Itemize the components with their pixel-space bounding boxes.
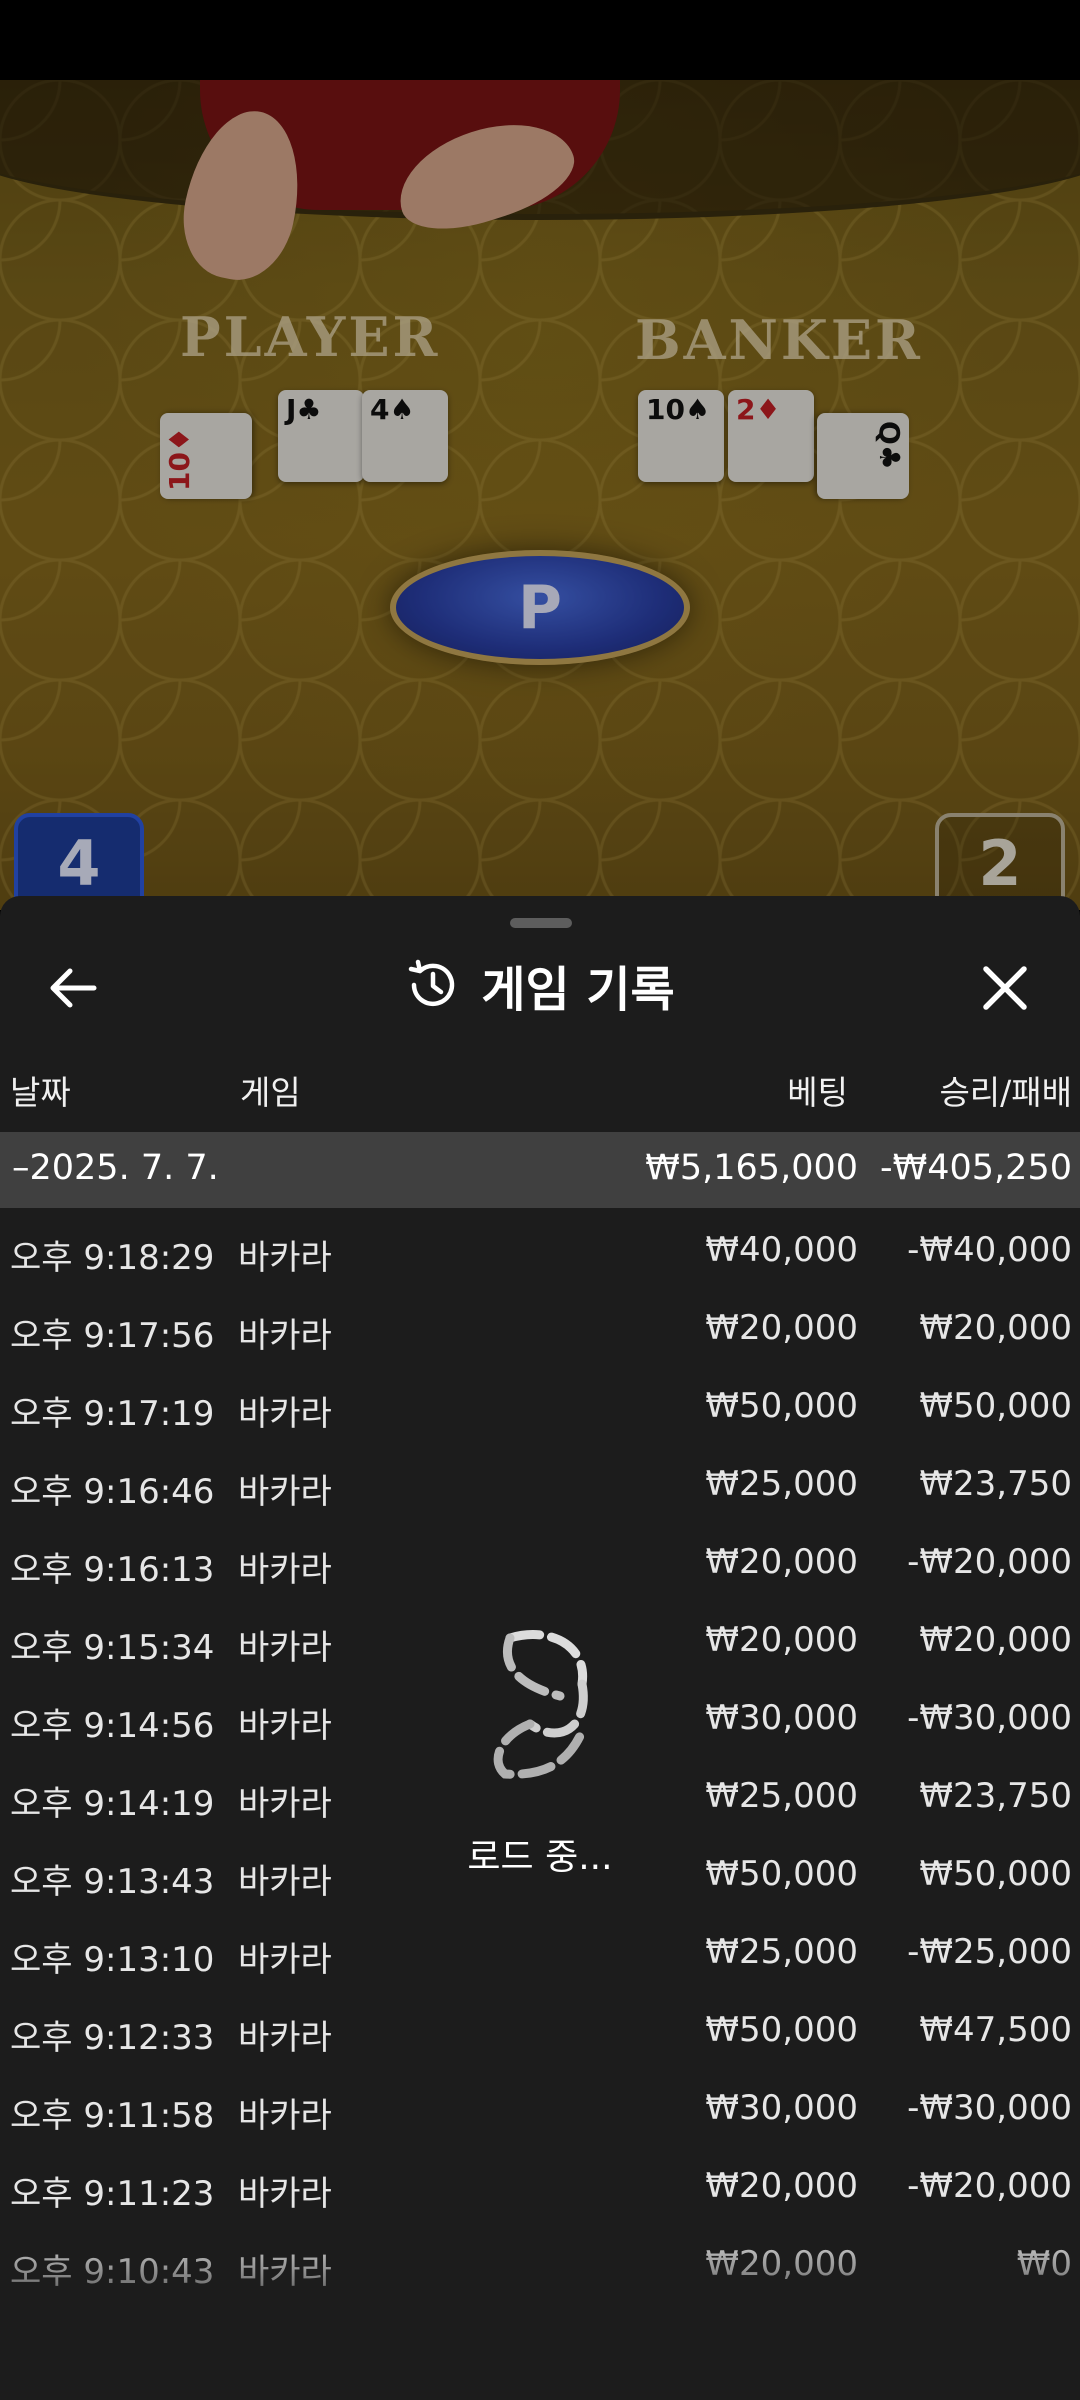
row-game: 바카라 bbox=[238, 1238, 332, 1278]
game-history-sheet: 게임 기록 날짜 게임 베팅 승리/패배 –2025. 7. 7. ₩5,165… bbox=[0, 896, 1080, 2400]
history-row[interactable]: 오후 9:10:43 바카라 ₩20,000 ₩0 bbox=[0, 2222, 1080, 2300]
row-time: 오후 9:12:33 bbox=[10, 2018, 215, 2058]
close-button[interactable] bbox=[970, 956, 1040, 1020]
row-bet: ₩30,000 bbox=[705, 1698, 858, 1738]
date-group-date: –2025. 7. 7. bbox=[12, 1148, 219, 1188]
column-header-date: 날짜 bbox=[10, 1073, 71, 1112]
row-time: 오후 9:14:56 bbox=[10, 1706, 215, 1746]
row-game: 바카라 bbox=[238, 1550, 332, 1590]
history-icon bbox=[409, 959, 455, 1007]
row-win-loss: -₩30,000 bbox=[907, 1698, 1072, 1738]
row-game: 바카라 bbox=[238, 1316, 332, 1356]
row-win-loss: ₩47,500 bbox=[919, 2010, 1072, 2050]
sheet-drag-handle[interactable] bbox=[510, 918, 572, 928]
row-game: 바카라 bbox=[238, 1784, 332, 1824]
row-bet: ₩20,000 bbox=[705, 2244, 858, 2284]
row-win-loss: ₩23,750 bbox=[919, 1464, 1072, 1504]
row-bet: ₩30,000 bbox=[705, 2088, 858, 2128]
close-icon bbox=[983, 966, 1027, 1010]
row-win-loss: ₩20,000 bbox=[919, 1620, 1072, 1660]
row-time: 오후 9:14:19 bbox=[10, 1784, 215, 1824]
row-win-loss: -₩40,000 bbox=[907, 1230, 1072, 1270]
row-time: 오후 9:16:46 bbox=[10, 1472, 215, 1512]
row-game: 바카라 bbox=[238, 1472, 332, 1512]
row-win-loss: ₩0 bbox=[1016, 2244, 1072, 2284]
row-time: 오후 9:11:23 bbox=[10, 2174, 215, 2214]
column-header-win-loss: 승리/패배 bbox=[939, 1073, 1072, 1112]
row-bet: ₩50,000 bbox=[705, 2010, 858, 2050]
row-time: 오후 9:18:29 bbox=[10, 1238, 215, 1278]
row-time: 오후 9:17:56 bbox=[10, 1316, 215, 1356]
column-headers: 날짜 게임 베팅 승리/패배 bbox=[0, 1066, 1080, 1116]
row-bet: ₩25,000 bbox=[705, 1464, 858, 1504]
row-time: 오후 9:11:58 bbox=[10, 2096, 215, 2136]
history-row[interactable]: 오후 9:16:13 바카라 ₩20,000 -₩20,000 bbox=[0, 1520, 1080, 1598]
row-win-loss: ₩23,750 bbox=[919, 1776, 1072, 1816]
date-group-win-loss-total: -₩405,250 bbox=[880, 1148, 1072, 1188]
date-group-bet-total: ₩5,165,000 bbox=[645, 1148, 858, 1188]
row-win-loss: -₩20,000 bbox=[907, 2166, 1072, 2206]
row-win-loss: -₩30,000 bbox=[907, 2088, 1072, 2128]
sheet-title: 게임 기록 bbox=[481, 962, 675, 1018]
live-game-view: PLAYER BANKER 10♦ J♣ 4♠ 10♠ 2♦ Q♣ P 4 2 bbox=[0, 80, 1080, 910]
row-game: 바카라 bbox=[238, 2252, 332, 2292]
column-header-game: 게임 bbox=[240, 1073, 301, 1112]
row-bet: ₩20,000 bbox=[705, 2166, 858, 2206]
row-game: 바카라 bbox=[238, 1706, 332, 1746]
row-game: 바카라 bbox=[238, 1940, 332, 1980]
history-row[interactable]: 오후 9:16:46 바카라 ₩25,000 ₩23,750 bbox=[0, 1442, 1080, 1520]
row-game: 바카라 bbox=[238, 2018, 332, 2058]
row-time: 오후 9:16:13 bbox=[10, 1550, 215, 1590]
status-bar bbox=[0, 0, 1080, 80]
row-win-loss: -₩20,000 bbox=[907, 1542, 1072, 1582]
overlay-dim bbox=[0, 80, 1080, 910]
row-time: 오후 9:13:10 bbox=[10, 1940, 215, 1980]
row-time: 오후 9:17:19 bbox=[10, 1394, 215, 1434]
sheet-header: 게임 기록 bbox=[0, 936, 1080, 1036]
row-game: 바카라 bbox=[238, 1628, 332, 1668]
row-bet: ₩25,000 bbox=[705, 1932, 858, 1972]
row-bet: ₩50,000 bbox=[705, 1386, 858, 1426]
history-row[interactable]: 오후 9:17:19 바카라 ₩50,000 ₩50,000 bbox=[0, 1364, 1080, 1442]
row-win-loss: ₩50,000 bbox=[919, 1386, 1072, 1426]
row-bet: ₩20,000 bbox=[705, 1308, 858, 1348]
row-bet: ₩20,000 bbox=[705, 1542, 858, 1582]
date-group-row[interactable]: –2025. 7. 7. ₩5,165,000 -₩405,250 bbox=[0, 1132, 1080, 1208]
row-win-loss: ₩20,000 bbox=[919, 1308, 1072, 1348]
row-time: 오후 9:15:34 bbox=[10, 1628, 215, 1668]
row-game: 바카라 bbox=[238, 2096, 332, 2136]
history-row[interactable]: 오후 9:18:29 바카라 ₩40,000 -₩40,000 bbox=[0, 1208, 1080, 1286]
history-row[interactable]: 오후 9:11:58 바카라 ₩30,000 -₩30,000 bbox=[0, 2066, 1080, 2144]
loading-spinner-icon bbox=[493, 1630, 588, 1779]
row-win-loss: -₩25,000 bbox=[907, 1932, 1072, 1972]
row-game: 바카라 bbox=[238, 2174, 332, 2214]
row-game: 바카라 bbox=[238, 1394, 332, 1434]
history-row[interactable]: 오후 9:13:10 바카라 ₩25,000 -₩25,000 bbox=[0, 1910, 1080, 1988]
column-header-bet: 베팅 bbox=[787, 1073, 848, 1112]
row-bet: ₩25,000 bbox=[705, 1776, 858, 1816]
row-time: 오후 9:10:43 bbox=[10, 2252, 215, 2292]
history-row[interactable]: 오후 9:11:23 바카라 ₩20,000 -₩20,000 bbox=[0, 2144, 1080, 2222]
row-bet: ₩40,000 bbox=[705, 1230, 858, 1270]
row-bet: ₩20,000 bbox=[705, 1620, 858, 1660]
history-row[interactable]: 오후 9:12:33 바카라 ₩50,000 ₩47,500 bbox=[0, 1988, 1080, 2066]
history-row[interactable]: 오후 9:17:56 바카라 ₩20,000 ₩20,000 bbox=[0, 1286, 1080, 1364]
loading-text: 로드 중... bbox=[467, 1837, 613, 1878]
